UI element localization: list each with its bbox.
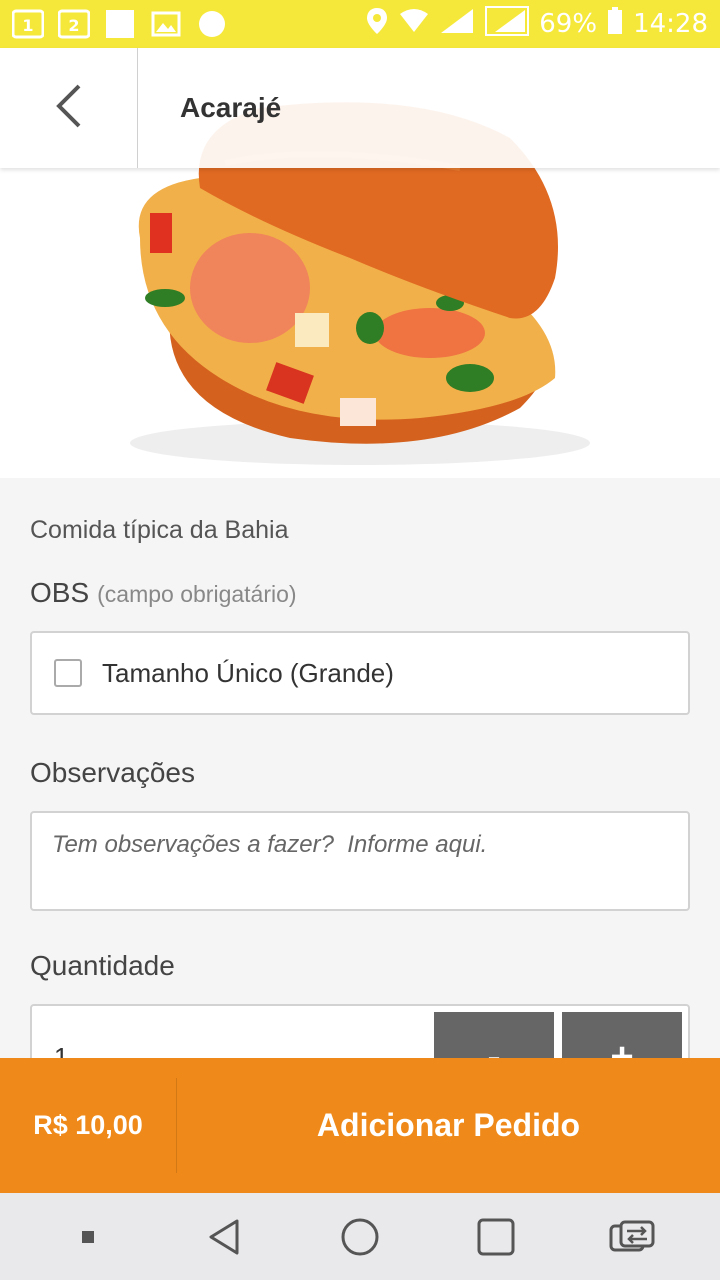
obs-label: OBS	[30, 577, 90, 608]
signal2-icon	[485, 5, 530, 43]
size-option-label: Tamanho Único (Grande)	[102, 657, 394, 688]
product-form: Comida típica da Bahia OBS (campo obriga…	[0, 478, 720, 1058]
sim2-icon: 2	[58, 9, 90, 39]
home-circle-icon[interactable]	[330, 1207, 390, 1267]
size-option-checkbox[interactable]	[54, 659, 82, 687]
sim1-icon: 1	[12, 9, 44, 39]
status-system: 69% 14:28	[365, 5, 708, 43]
quantity-decrement-button[interactable]: -	[434, 1012, 554, 1058]
square-small-icon[interactable]	[58, 1207, 118, 1267]
app-header: Acarajé	[0, 48, 720, 168]
svg-text:1: 1	[22, 16, 33, 35]
wifi-icon	[399, 8, 429, 41]
battery-percent: 69%	[539, 9, 598, 39]
clock: 14:28	[633, 9, 708, 39]
order-price: R$ 10,00	[33, 1110, 143, 1140]
quantity-stepper: 1 - +	[30, 1004, 690, 1058]
quantity-value[interactable]: 1	[54, 1042, 68, 1058]
image-icon	[150, 9, 182, 39]
quantidade-label: Quantidade	[30, 950, 175, 981]
system-nav-bar	[0, 1193, 720, 1280]
page-title: Acarajé	[180, 92, 282, 123]
back-button[interactable]	[0, 48, 138, 168]
square-notification-icon	[104, 9, 136, 39]
product-description: Comida típica da Bahia	[30, 516, 289, 544]
back-triangle-icon[interactable]	[194, 1207, 254, 1267]
battery-icon	[607, 6, 623, 42]
recents-square-icon[interactable]	[466, 1207, 526, 1267]
order-bar: R$ 10,00 Adicionar Pedido	[0, 1058, 720, 1193]
chevron-left-icon	[54, 83, 84, 134]
status-bar: 1 2 69% 14:28	[0, 0, 720, 48]
status-notifications: 1 2	[12, 9, 228, 39]
signal1-icon	[439, 7, 475, 42]
observacoes-input[interactable]	[30, 811, 690, 911]
quantity-increment-button[interactable]: +	[562, 1012, 682, 1058]
switch-icon[interactable]	[602, 1207, 662, 1267]
circle-icon	[196, 9, 228, 39]
observacoes-label: Observações	[30, 757, 195, 788]
svg-text:2: 2	[68, 16, 79, 35]
obs-heading: OBS (campo obrigatário)	[30, 577, 690, 609]
location-icon	[365, 6, 389, 43]
add-order-button[interactable]: Adicionar Pedido	[177, 1107, 720, 1144]
size-option[interactable]: Tamanho Único (Grande)	[30, 631, 690, 715]
obs-hint: (campo obrigatário)	[97, 581, 297, 607]
